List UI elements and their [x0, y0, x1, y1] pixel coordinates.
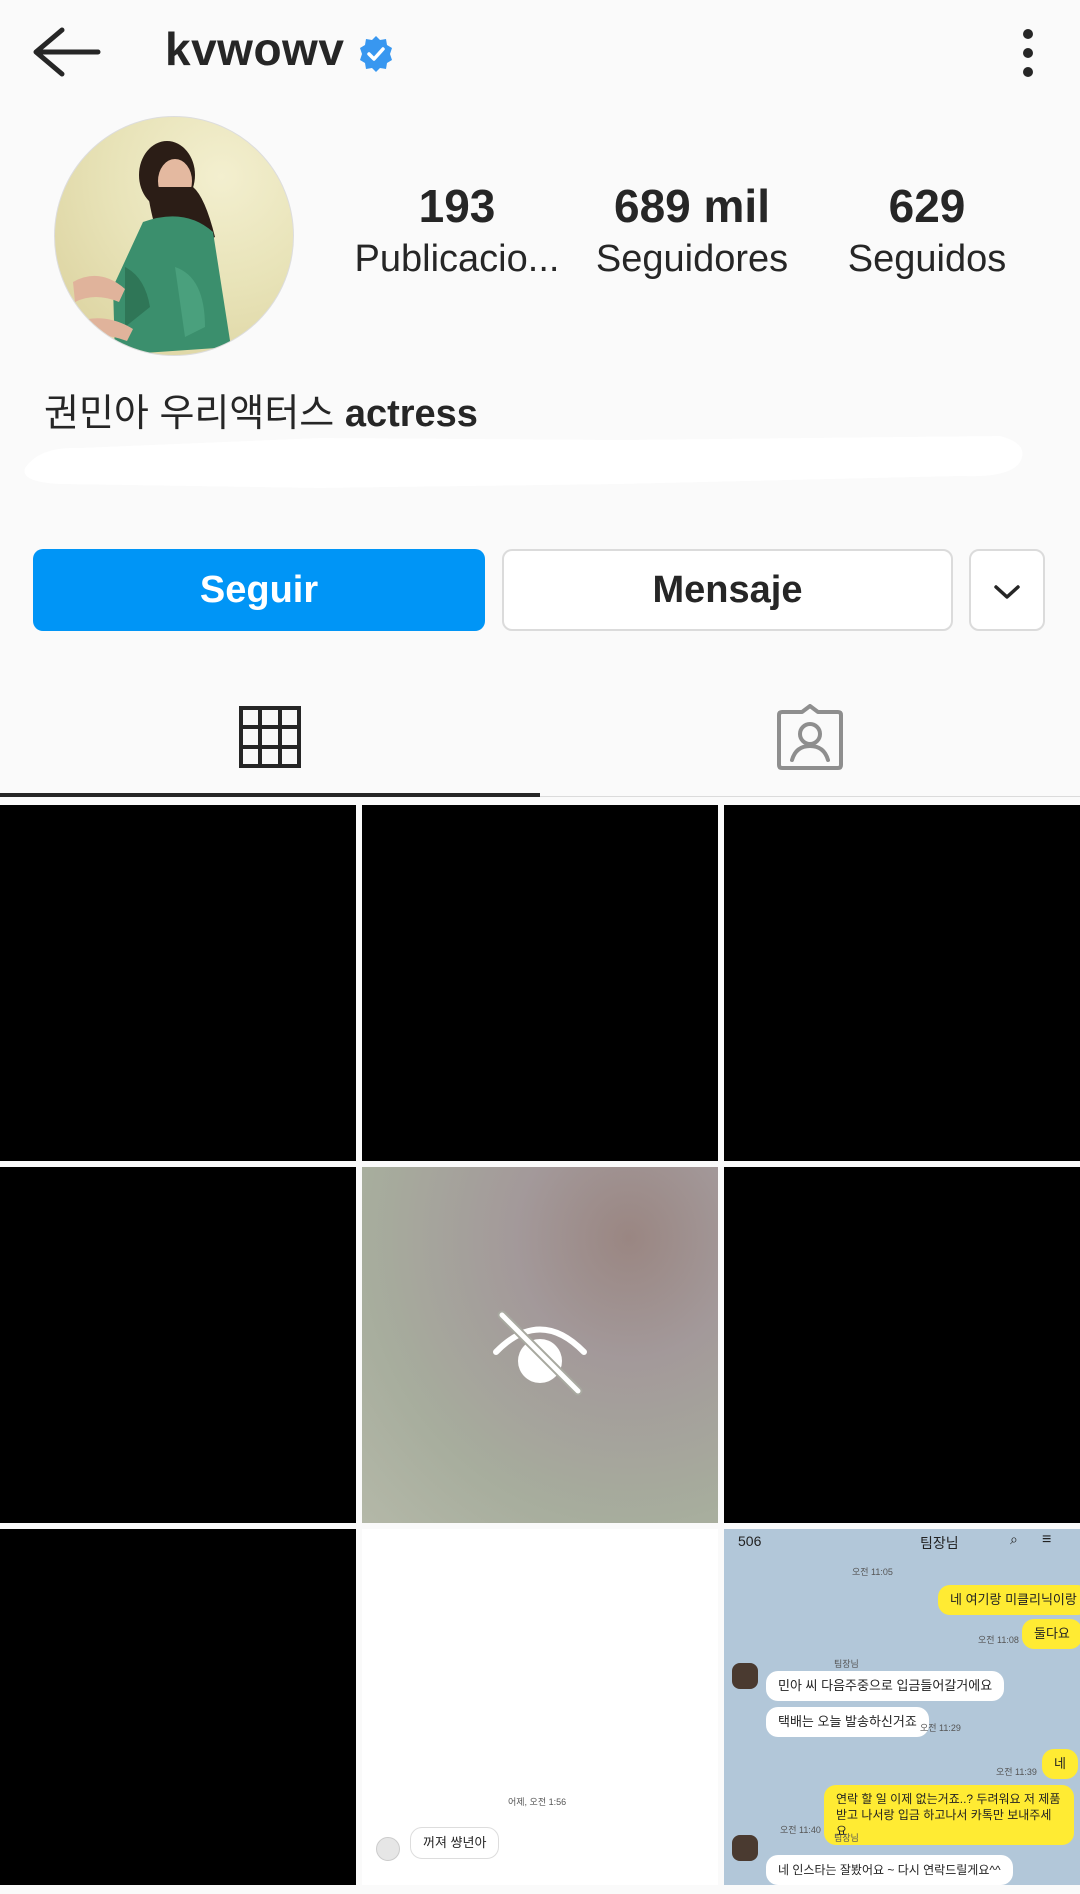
- post-thumbnail[interactable]: [0, 805, 356, 1161]
- chat-message-line: 연락 할 일 이제 없는거죠..? 두려워요 저 제품: [836, 1792, 1061, 1806]
- chat-header: 506 팀장님 ⌕ ≡: [724, 1529, 1080, 1555]
- chat-time: 오전 11:08: [978, 1635, 1019, 1645]
- suggestions-dropdown-button[interactable]: [969, 549, 1045, 631]
- chat-title: 팀장님: [920, 1535, 959, 1551]
- avatar: [376, 1837, 400, 1861]
- following-count[interactable]: 629 Seguidos: [822, 178, 1032, 284]
- posts-count-label: Publicacio...: [354, 238, 560, 280]
- chat-message-multiline: 연락 할 일 이제 없는거죠..? 두려워요 저 제품 받고 나서랑 입금 하고…: [824, 1785, 1074, 1845]
- chat-sender: 팀장님: [834, 1833, 859, 1843]
- chat-back-count: 506: [738, 1533, 762, 1549]
- post-thumbnail[interactable]: [0, 1529, 356, 1885]
- followers-count[interactable]: 689 mil Seguidores: [587, 178, 797, 284]
- tagged-person-icon: [776, 703, 844, 775]
- posts-count[interactable]: 193 Publicacio...: [352, 178, 562, 284]
- chat-time: 오전 11:39: [996, 1767, 1037, 1777]
- message-button[interactable]: Mensaje: [502, 549, 953, 631]
- chat-message-line: 받고 나서랑 입금 하고나서 카톡만 보내주세요: [836, 1808, 1052, 1838]
- active-tab-indicator: [0, 793, 540, 797]
- post-thumbnail[interactable]: 어제, 오전 1:56 꺼져 썅년아: [362, 1529, 718, 1885]
- chat-message: 네: [1042, 1749, 1078, 1779]
- chat-timestamp: 어제, 오전 1:56: [508, 1797, 567, 1807]
- tab-posts-grid[interactable]: [0, 680, 540, 798]
- chat-message: 민아 씨 다음주중으로 입금들어갈거에요: [766, 1671, 1005, 1701]
- search-icon: ⌕: [1010, 1531, 1018, 1547]
- post-thumbnail[interactable]: [724, 1167, 1080, 1523]
- menu-icon: ≡: [1042, 1531, 1052, 1548]
- chat-sender: 팀장님: [834, 1659, 859, 1669]
- tab-divider: [540, 796, 1080, 797]
- chat-message: 꺼져 썅년아: [410, 1827, 500, 1859]
- redaction-mark: [20, 418, 1030, 492]
- chat-message: 네 인스타는 잘봤어요 ~ 다시 연락드릴게요^^: [766, 1855, 1013, 1885]
- more-options-icon[interactable]: [1008, 26, 1048, 80]
- posts-count-value: 193: [418, 180, 496, 232]
- profile-avatar[interactable]: [54, 116, 294, 356]
- post-thumbnail-chat[interactable]: 506 팀장님 ⌕ ≡ 오전 11:05 네 여기랑 미클리닉이랑 둘다요 오전…: [724, 1529, 1080, 1885]
- followers-count-value: 689 mil: [614, 180, 770, 232]
- post-thumbnail[interactable]: [0, 1167, 356, 1523]
- verified-badge-icon: [356, 34, 396, 74]
- followers-count-label: Seguidores: [595, 238, 789, 280]
- avatar: [732, 1663, 758, 1689]
- avatar: [732, 1835, 758, 1861]
- eye-off-icon: [490, 1307, 590, 1402]
- chat-time: 오전 11:05: [852, 1567, 893, 1577]
- back-arrow-icon[interactable]: [28, 22, 104, 82]
- chat-message: 네 여기랑 미클리닉이랑: [938, 1585, 1080, 1615]
- chevron-down-icon: [992, 569, 1022, 612]
- grid-icon: [238, 705, 302, 774]
- post-thumbnail-hidden[interactable]: [362, 1167, 718, 1523]
- following-count-label: Seguidos: [847, 238, 1007, 280]
- chat-message: 택배는 오늘 발송하신거죠: [766, 1707, 929, 1737]
- profile-username: kvwowv: [165, 23, 345, 75]
- post-thumbnail[interactable]: [724, 805, 1080, 1161]
- following-count-value: 629: [888, 180, 966, 232]
- tab-tagged[interactable]: [540, 680, 1080, 798]
- chat-message: 둘다요: [1022, 1619, 1080, 1649]
- post-thumbnail[interactable]: [362, 805, 718, 1161]
- chat-time: 오전 11:40: [780, 1825, 821, 1835]
- follow-button[interactable]: Seguir: [33, 549, 485, 631]
- chat-time: 오전 11:29: [920, 1723, 961, 1733]
- profile-tabs: [0, 680, 1080, 798]
- top-bar: kvwowv: [0, 0, 1080, 105]
